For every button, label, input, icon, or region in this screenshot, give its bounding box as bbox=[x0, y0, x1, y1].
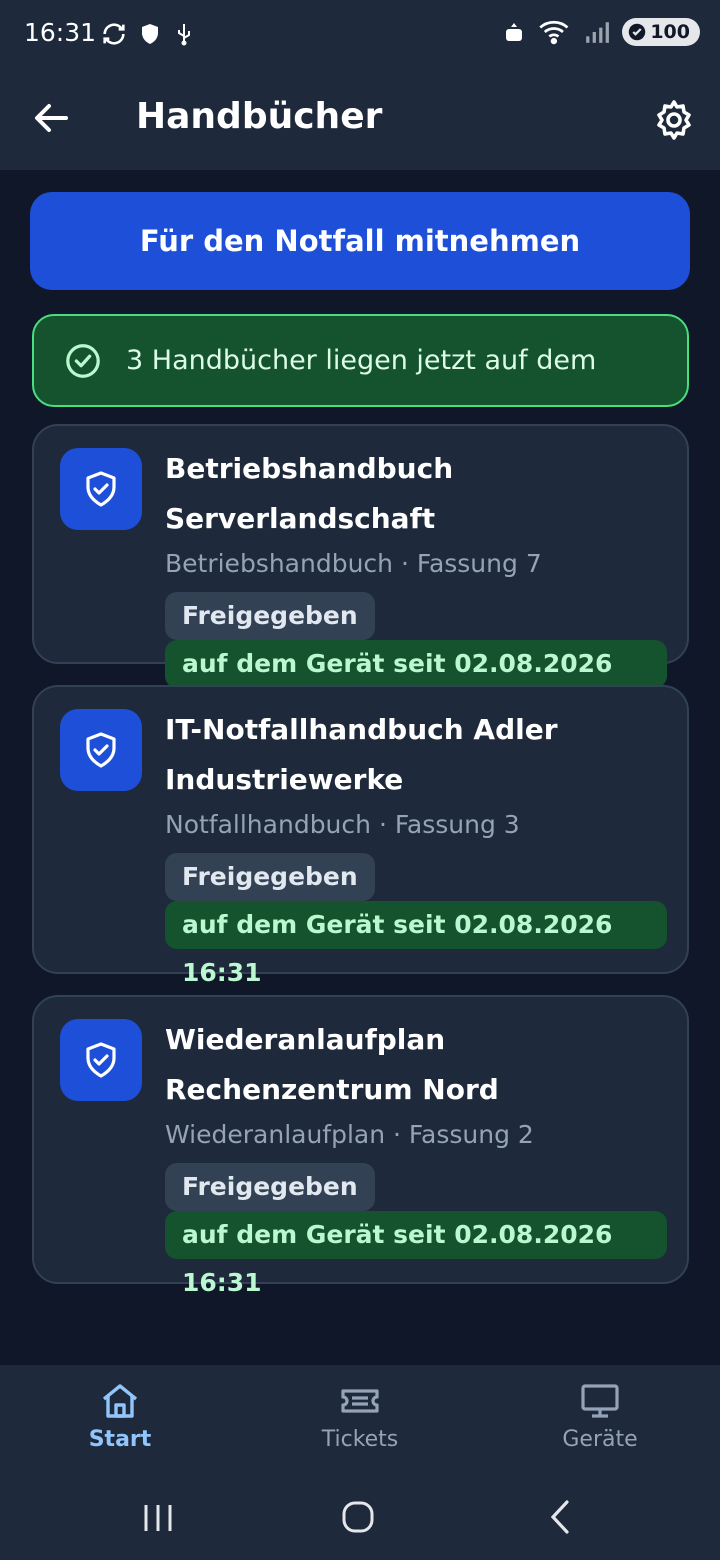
manual-icon-box bbox=[60, 709, 142, 791]
check-circle-icon bbox=[66, 343, 100, 378]
manual-title: Betriebshandbuch Serverlandschaft bbox=[165, 452, 454, 535]
gear-icon bbox=[657, 100, 691, 140]
home-icon bbox=[102, 1384, 138, 1418]
manual-content: Betriebshandbuch Serverlandschaft Betrie… bbox=[165, 444, 667, 726]
status-badge: Freigegeben bbox=[165, 853, 375, 901]
status-badge: Freigegeben bbox=[165, 592, 375, 640]
back-chevron-icon bbox=[550, 1500, 569, 1534]
manual-card[interactable]: Wiederanlaufplan Rechenzentrum Nord Wied… bbox=[32, 995, 689, 1297]
home-button-icon bbox=[342, 1501, 374, 1533]
settings-button[interactable] bbox=[650, 96, 698, 144]
alarm-icon bbox=[506, 23, 523, 41]
status-bar: 16:31 100 bbox=[0, 0, 720, 70]
manual-icon-box bbox=[60, 1019, 142, 1101]
manual-meta: Notfallhandbuch · Fassung 3 bbox=[165, 810, 520, 839]
device-badge: auf dem Gerät seit 02.08.2026 16:31 bbox=[165, 1211, 667, 1297]
system-home-button[interactable] bbox=[334, 1493, 382, 1541]
system-nav-bar bbox=[0, 1473, 720, 1560]
app-bar: Handbücher bbox=[0, 70, 720, 170]
success-banner: 3 Handbücher liegen jetzt auf dem bbox=[32, 314, 689, 407]
manual-content: Wiederanlaufplan Rechenzentrum Nord Wied… bbox=[165, 1015, 667, 1297]
manual-card[interactable]: IT-Notfallhandbuch Adler Industriewerke … bbox=[32, 685, 689, 987]
monitor-icon bbox=[581, 1384, 619, 1418]
signal-icon bbox=[586, 22, 610, 43]
manual-title: Wiederanlaufplan Rechenzentrum Nord bbox=[165, 1023, 499, 1106]
status-icons-left bbox=[100, 20, 196, 48]
nav-item-start[interactable]: Start bbox=[40, 1379, 200, 1452]
battery-shield-icon bbox=[629, 23, 646, 41]
recent-apps-button[interactable] bbox=[134, 1493, 182, 1541]
battery-indicator: 100 bbox=[622, 18, 700, 46]
bottom-nav: Start Tickets Geräte bbox=[0, 1365, 720, 1473]
manual-meta: Wiederanlaufplan · Fassung 2 bbox=[165, 1120, 534, 1149]
system-back-button[interactable] bbox=[536, 1493, 584, 1541]
main-content: Für den Notfall mitnehmen 3 Handbücher l… bbox=[0, 170, 720, 1365]
page-title: Handbücher bbox=[136, 96, 383, 137]
nav-item-devices[interactable]: Geräte bbox=[520, 1379, 680, 1452]
device-badge: auf dem Gerät seit 02.08.2026 16:31 bbox=[165, 640, 667, 726]
device-badge: auf dem Gerät seit 02.08.2026 16:31 bbox=[165, 901, 667, 987]
shield-icon bbox=[142, 24, 158, 44]
status-time: 16:31 bbox=[24, 18, 97, 47]
shield-check-icon bbox=[86, 471, 116, 507]
nav-label-start: Start bbox=[88, 1427, 152, 1452]
nav-label-devices: Geräte bbox=[562, 1427, 638, 1452]
shield-check-icon bbox=[86, 1042, 116, 1078]
take-for-emergency-button[interactable]: Für den Notfall mitnehmen bbox=[30, 192, 690, 290]
manual-icon-box bbox=[60, 448, 142, 530]
manual-card[interactable]: Betriebshandbuch Serverlandschaft Betrie… bbox=[32, 424, 689, 726]
nav-item-tickets[interactable]: Tickets bbox=[280, 1379, 440, 1452]
usb-icon bbox=[178, 24, 190, 46]
back-button[interactable] bbox=[28, 96, 76, 144]
nav-label-tickets: Tickets bbox=[321, 1427, 399, 1452]
success-banner-text: 3 Handbücher liegen jetzt auf dem bbox=[126, 345, 597, 376]
status-icons-right: 100 bbox=[502, 18, 700, 46]
manual-meta: Betriebshandbuch · Fassung 7 bbox=[165, 549, 542, 578]
ticket-icon bbox=[341, 1389, 379, 1413]
arrow-left-icon bbox=[35, 104, 68, 132]
recent-apps-icon bbox=[144, 1505, 172, 1531]
battery-level: 100 bbox=[650, 21, 690, 43]
manual-title: IT-Notfallhandbuch Adler Industriewerke bbox=[165, 713, 558, 796]
shield-check-icon bbox=[86, 732, 116, 768]
sync-icon bbox=[103, 23, 125, 45]
status-badge: Freigegeben bbox=[165, 1163, 375, 1211]
wifi-icon bbox=[539, 20, 569, 45]
manual-content: IT-Notfallhandbuch Adler Industriewerke … bbox=[165, 705, 667, 987]
